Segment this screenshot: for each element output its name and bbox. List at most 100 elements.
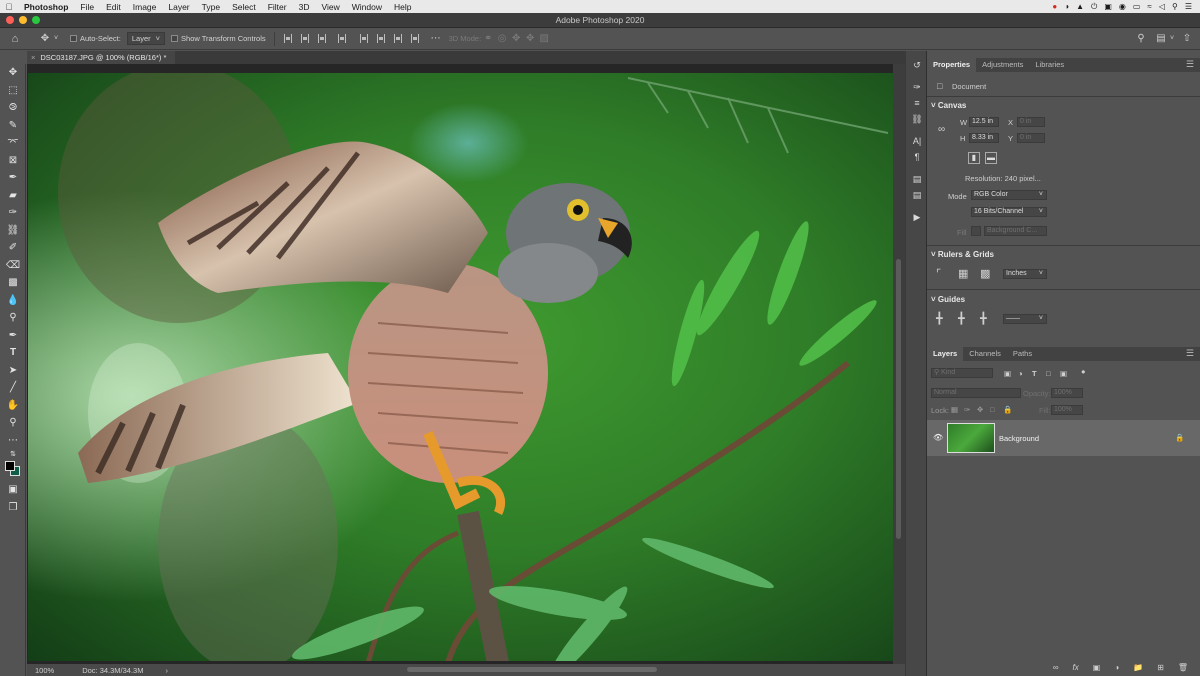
blur-tool-icon[interactable]: 💧 [0, 292, 26, 310]
fill-swatch[interactable] [971, 226, 981, 236]
filter-smart-object-icon[interactable]: ▣ [1060, 369, 1067, 378]
chevron-down-icon[interactable]: ˅ [52, 35, 60, 42]
layers-panel-menu-icon[interactable]: ☰ [1186, 348, 1194, 359]
filter-toggle-icon[interactable]: ● [1081, 367, 1086, 376]
3d-slide-icon[interactable]: ✥ [523, 33, 537, 44]
tab-paths[interactable]: Paths [1007, 347, 1038, 361]
brush-tool-icon[interactable]: ✑ [0, 204, 26, 222]
fx-icon[interactable]: fx [1073, 663, 1079, 672]
lock-all-icon[interactable]: 🔒 [1003, 405, 1012, 414]
brush-settings-icon[interactable]: ✑ [906, 79, 928, 95]
volume-icon[interactable]: ◁ [1159, 2, 1165, 11]
close-tab-icon[interactable]: × [31, 53, 35, 62]
guide-layout-icon[interactable]: ╋ [958, 312, 965, 325]
align-center-icon[interactable] [300, 34, 309, 43]
filter-pixel-icon[interactable]: ▣ [1004, 369, 1011, 378]
airplay-icon[interactable]: ▭ [1133, 2, 1141, 11]
3d-pan-icon[interactable]: ✥ [509, 33, 523, 44]
foreground-color-swatch[interactable] [5, 461, 15, 471]
filter-type-icon[interactable]: T [1032, 369, 1037, 378]
panel-menu-icon[interactable]: ☰ [1186, 59, 1194, 70]
menu-select[interactable]: Select [226, 2, 262, 12]
more-tools-icon[interactable]: ⋯ [0, 432, 26, 450]
more-options-icon[interactable]: ⋯ [429, 33, 443, 44]
history-panel-icon[interactable]: ↺ [906, 57, 928, 73]
menu-help[interactable]: Help [388, 2, 417, 12]
trash-icon[interactable]: 🗑 [1178, 663, 1188, 672]
ruler-icon[interactable]: ⌜ [936, 267, 941, 280]
paragraph-panel-icon[interactable]: ¶ [906, 149, 928, 165]
dodge-tool-icon[interactable]: ⚲ [0, 309, 26, 327]
filter-shape-icon[interactable]: □ [1046, 369, 1051, 378]
adjustments-icon[interactable]: ≡ [906, 95, 928, 111]
libraries-panel-icon[interactable]: ▤ [906, 171, 928, 187]
menu-3d[interactable]: 3D [293, 2, 316, 12]
play-actions-icon[interactable]: ▶ [906, 209, 928, 225]
3d-roll-icon[interactable]: ◎ [495, 33, 509, 44]
camera-icon[interactable]: ▣ [1104, 2, 1112, 11]
link-icon[interactable]: ∞ [938, 124, 945, 135]
color-swatches[interactable] [0, 459, 26, 481]
crop-tool-icon[interactable]: ⌤ [0, 134, 26, 152]
path-select-tool-icon[interactable]: ➤ [0, 362, 26, 380]
guides-icon[interactable]: ╋ [936, 312, 943, 325]
swap-colors-icon[interactable]: ⇅ [0, 449, 26, 459]
type-tool-icon[interactable]: T [0, 344, 26, 362]
align-left-icon[interactable] [283, 34, 292, 43]
3d-scale-icon[interactable]: ▨ [537, 33, 551, 44]
align-middle-icon[interactable] [376, 34, 385, 43]
rulers-grids-section-title[interactable]: ˅ Rulers & Grids [931, 250, 994, 259]
clone-source-icon[interactable]: ⛓ [906, 111, 928, 127]
guide-style-dropdown[interactable]: —— ˅ [1003, 314, 1047, 324]
new-guide-icon[interactable]: ╋ [980, 312, 987, 325]
document-tab[interactable]: × DSC03187.JPG @ 100% (RGB/16*) * [27, 51, 176, 64]
adjustment-layer-icon[interactable]: ◑ [1114, 663, 1119, 672]
tab-adjustments[interactable]: Adjustments [976, 58, 1029, 72]
vertical-scrollbar[interactable] [893, 64, 905, 664]
tab-libraries[interactable]: Libraries [1029, 58, 1070, 72]
hand-tool-icon[interactable]: ✋ [0, 397, 26, 415]
menu-image[interactable]: Image [127, 2, 163, 12]
wifi-icon[interactable]: ≈ [1147, 2, 1151, 11]
lock-transparent-icon[interactable]: ▦ [951, 405, 958, 414]
pixel-grid-icon[interactable]: ▩ [980, 267, 990, 280]
blend-mode-dropdown[interactable]: Normal [931, 388, 1021, 398]
lock-artboard-icon[interactable]: □ [990, 405, 995, 414]
drop-icon[interactable]: ▲ [1076, 2, 1084, 11]
pen-tool-icon[interactable]: ✒ [0, 327, 26, 345]
filter-adjustment-icon[interactable]: ◑ [1018, 369, 1023, 378]
move-tool-icon[interactable]: ✥ [0, 64, 26, 82]
line-tool-icon[interactable]: ╱ [0, 379, 26, 397]
menu-layer[interactable]: Layer [162, 2, 195, 12]
frame-tool-icon[interactable]: ⊠ [0, 152, 26, 170]
apple-icon[interactable]:  [0, 2, 18, 12]
quick-mask-icon[interactable]: ▣ [0, 481, 26, 499]
power-icon[interactable]: ⏻ [1091, 2, 1097, 12]
status-icon[interactable]: ◑ [1064, 2, 1069, 11]
y-field[interactable]: 0 in [1017, 133, 1045, 143]
tab-channels[interactable]: Channels [963, 347, 1007, 361]
lock-position-icon[interactable]: ✥ [977, 405, 983, 414]
menu-filter[interactable]: Filter [262, 2, 293, 12]
search-icon[interactable]: ⚲ [1172, 2, 1178, 11]
menu-file[interactable]: File [74, 2, 100, 12]
character-panel-icon[interactable]: A| [906, 133, 928, 149]
height-field[interactable]: 8.33 in [969, 133, 999, 143]
align-right-icon[interactable] [317, 34, 326, 43]
bit-depth-dropdown[interactable]: 16 Bits/Channel ˅ [971, 207, 1047, 217]
scrollbar-thumb[interactable] [896, 259, 901, 539]
menu-view[interactable]: View [315, 2, 345, 12]
auto-select-target-dropdown[interactable]: Layer ˅ [126, 32, 166, 45]
align-bottom-icon[interactable] [393, 34, 402, 43]
visibility-eye-icon[interactable]: 👁 [933, 433, 943, 442]
chevron-down-icon[interactable]: ˅ [1168, 35, 1176, 42]
menu-edit[interactable]: Edit [100, 2, 127, 12]
app-menu[interactable]: Photoshop [18, 2, 74, 12]
guides-section-title[interactable]: ˅ Guides [931, 295, 965, 304]
grid-icon[interactable]: ▦ [958, 267, 968, 280]
gradient-tool-icon[interactable]: ▩ [0, 274, 26, 292]
layer-filter-kind[interactable]: ⚲ Kind [931, 368, 993, 378]
screen-mode-icon[interactable]: ❐ [0, 499, 26, 517]
lasso-tool-icon[interactable]: ⧁ [0, 99, 26, 117]
workspace-icon[interactable]: ▤ [1154, 33, 1168, 44]
